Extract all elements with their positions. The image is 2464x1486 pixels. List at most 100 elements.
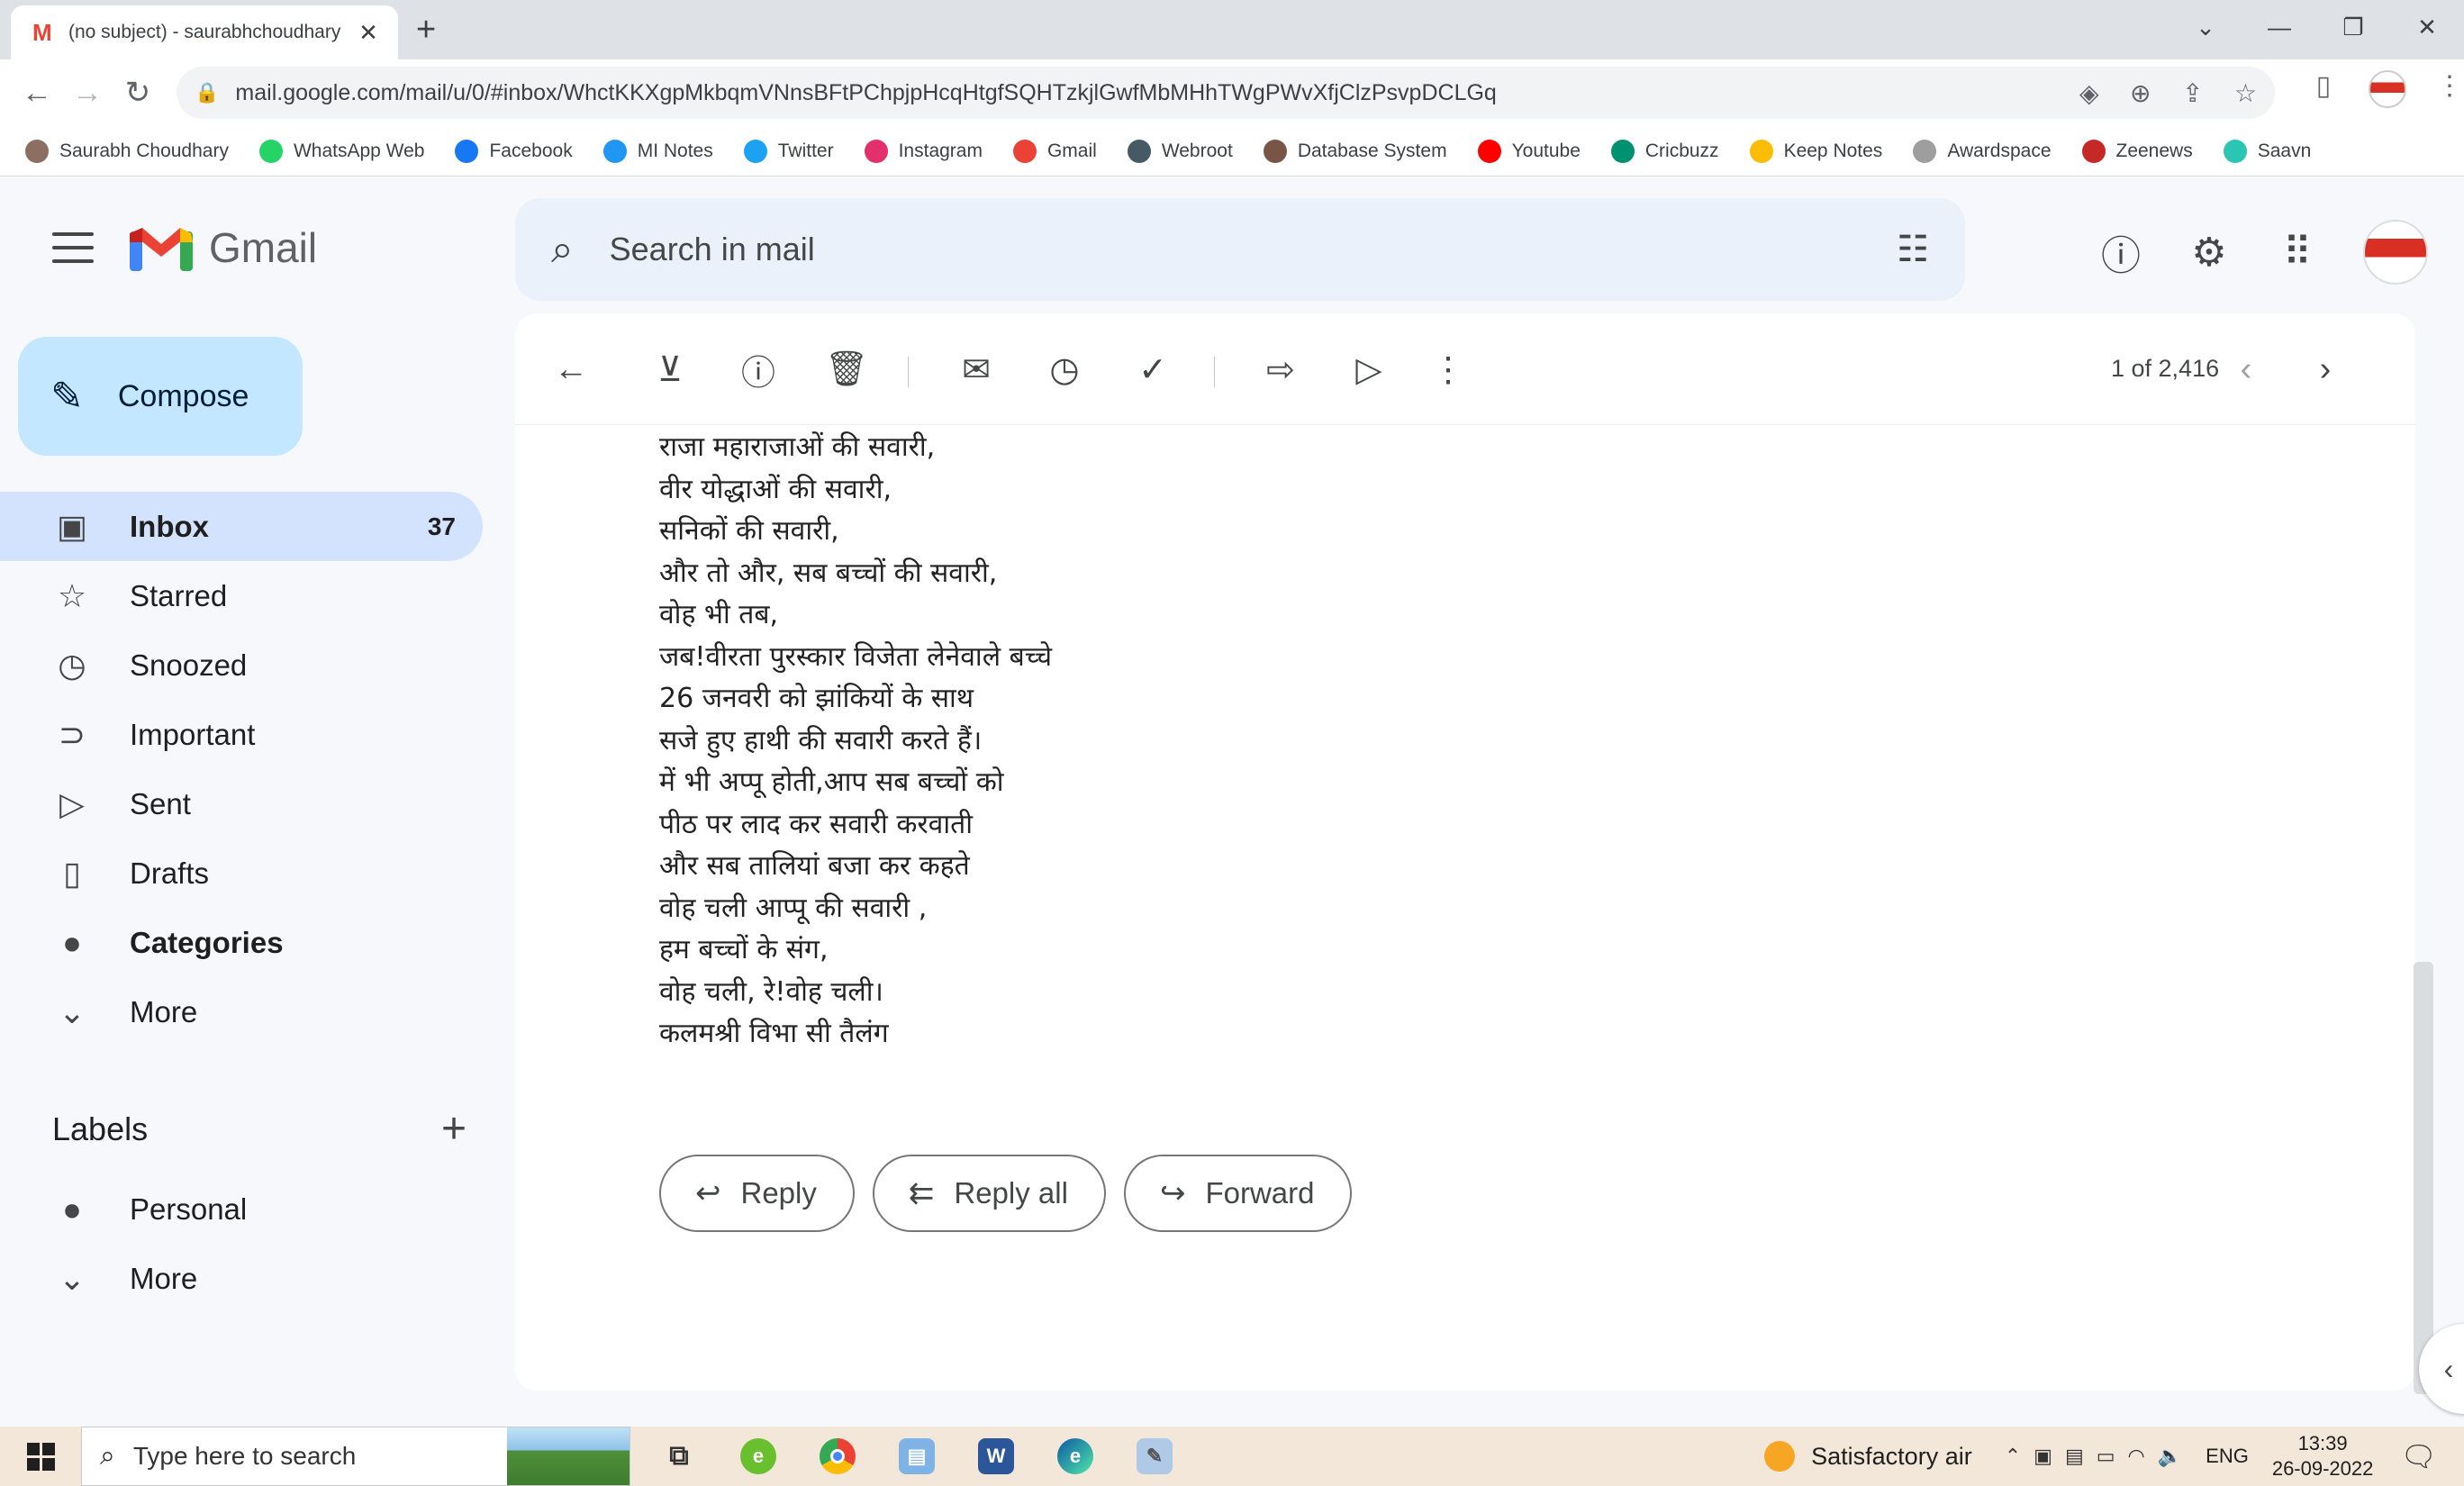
bookmark-item[interactable]: Cricbuzz	[1610, 139, 1719, 163]
taskbar-search[interactable]: ⌕ Type here to search	[81, 1427, 630, 1486]
sidebar-item-inbox[interactable]: ▣ Inbox 37	[0, 492, 483, 561]
sidebar-item-starred[interactable]: ☆ Starred	[0, 561, 483, 630]
back-icon[interactable]: ←	[16, 72, 58, 113]
main-menu-icon[interactable]	[52, 232, 94, 263]
archive-icon[interactable]: ⊻	[648, 348, 692, 391]
bookmark-favicon-icon	[602, 139, 627, 163]
sidebar-item-more[interactable]: ⌄ More	[0, 977, 483, 1047]
bookmark-item[interactable]: WhatsApp Web	[258, 139, 424, 163]
forward-icon[interactable]: →	[67, 72, 108, 113]
url-text[interactable]: mail.google.com/mail/u/0/#inbox/WhctKKXg…	[235, 80, 2052, 106]
sidebar-item-label: Sent	[130, 786, 191, 820]
forward-button[interactable]: ↪ Forward	[1123, 1155, 1353, 1232]
bookmark-item[interactable]: Facebook	[455, 139, 573, 163]
search-options-icon[interactable]: ☷	[1897, 229, 1929, 270]
mark-unread-icon[interactable]: ✉	[955, 348, 998, 391]
start-button[interactable]	[0, 1442, 81, 1471]
report-spam-icon[interactable]: ⓘ	[737, 348, 780, 393]
account-avatar[interactable]	[2363, 220, 2428, 285]
bookmark-item[interactable]: Zeenews	[2081, 139, 2193, 163]
move-to-icon[interactable]: ⇨	[1259, 348, 1302, 391]
notepad-icon[interactable]: ▤	[877, 1427, 956, 1486]
task-view-icon[interactable]: ⧉	[639, 1427, 719, 1486]
volume-icon[interactable]: 🔈	[2158, 1445, 2182, 1468]
menu-kebab-icon[interactable]: ⋮	[2432, 70, 2464, 108]
message-line: हम बच्चों के संग,	[659, 934, 829, 965]
sidebar-item-sent[interactable]: ▷ Sent	[0, 769, 483, 838]
reload-icon[interactable]: ↻	[117, 72, 159, 113]
more-options-icon[interactable]: ⋮	[1427, 348, 1470, 391]
older-chevron-icon[interactable]: ›	[2304, 348, 2347, 391]
wifi-icon[interactable]: ◠	[2128, 1445, 2145, 1468]
snooze-icon[interactable]: ◷	[1043, 348, 1086, 391]
bookmark-item[interactable]: Saavn	[2223, 139, 2312, 163]
taskbar-search-input[interactable]: Type here to search	[133, 1442, 356, 1471]
bookmark-item[interactable]: MI Notes	[602, 139, 713, 163]
language-indicator[interactable]: ENG	[2206, 1445, 2249, 1468]
search-input[interactable]: Search in mail	[610, 231, 1898, 268]
tray-app2-icon[interactable]: ▤	[2065, 1445, 2084, 1468]
compose-button[interactable]: ✎ Compose	[18, 337, 303, 456]
bookmark-item[interactable]: Twitter	[743, 139, 834, 163]
sidebar-item-important[interactable]: ⊃ Important	[0, 700, 483, 769]
tab-search-icon[interactable]: ⌄	[2169, 0, 2242, 54]
side-panel-icon[interactable]: ▯	[2305, 70, 2342, 108]
tray-app-icon[interactable]: ▣	[2034, 1445, 2052, 1468]
help-icon[interactable]: ⓘ	[2098, 223, 2143, 281]
search-bar[interactable]: ⌕ Search in mail ☷	[515, 198, 1965, 301]
label-item-personal[interactable]: ● Personal	[0, 1174, 483, 1244]
bookmark-item[interactable]: Saurabh Choudhary	[25, 139, 229, 163]
edge-icon[interactable]: e	[1036, 1427, 1115, 1486]
restore-button[interactable]: ❐	[2316, 0, 2390, 54]
label-icon[interactable]: ▷	[1347, 348, 1391, 391]
chrome-icon[interactable]	[798, 1427, 877, 1486]
bookmark-item[interactable]: Youtube	[1477, 139, 1581, 163]
minimize-button[interactable]: —	[2242, 0, 2316, 54]
browser-tab[interactable]: M (no subject) - saurabhchoudhary ✕	[11, 5, 398, 59]
app-green-icon[interactable]: e	[719, 1427, 798, 1486]
back-to-inbox-icon[interactable]: ←	[549, 348, 593, 391]
clock[interactable]: 13:39 26-09-2022	[2272, 1431, 2374, 1481]
label-item-more[interactable]: ⌄ More	[0, 1244, 483, 1313]
profile-avatar[interactable]	[2369, 70, 2406, 108]
gmail-logo[interactable]: Gmail	[130, 223, 317, 272]
search-icon[interactable]: ⌕	[551, 227, 574, 272]
bookmark-item[interactable]: Webroot	[1127, 139, 1233, 163]
bookmark-item[interactable]: Database System	[1263, 139, 1447, 163]
message-scrollbar[interactable]	[2414, 962, 2433, 1394]
extension-icon[interactable]: ◈	[2079, 78, 2099, 108]
delete-icon[interactable]: 🗑	[825, 348, 868, 391]
reply-all-button[interactable]: ⇇ Reply all	[872, 1155, 1106, 1232]
sidebar-item-snoozed[interactable]: ◷ Snoozed	[0, 630, 483, 700]
search-highlight-image	[507, 1427, 630, 1485]
newer-chevron-icon[interactable]: ‹	[2224, 348, 2268, 391]
share-icon[interactable]: ⇪	[2182, 78, 2203, 108]
bookmark-item[interactable]: Awardspace	[1913, 139, 2052, 163]
weather-widget[interactable]: Satisfactory air	[1764, 1441, 1972, 1472]
bookmark-item[interactable]: Instagram	[864, 139, 983, 163]
message-line: में भी अप्पू होती,आप सब बच्चों को	[659, 766, 1004, 798]
close-window-button[interactable]: ✕	[2390, 0, 2464, 54]
apps-grid-icon[interactable]: ⠿	[2275, 230, 2320, 276]
zoom-icon[interactable]: ⊕	[2130, 78, 2151, 108]
bookmark-label: Keep Notes	[1783, 140, 1883, 161]
close-tab-icon[interactable]: ✕	[353, 19, 384, 47]
paint-icon[interactable]: ✎	[1115, 1427, 1194, 1486]
bookmark-item[interactable]: Gmail	[1012, 139, 1097, 163]
word-icon[interactable]: W	[956, 1427, 1036, 1486]
sidebar-item-drafts[interactable]: ▯ Drafts	[0, 838, 483, 908]
bookmark-label: Saavn	[2257, 140, 2312, 161]
add-to-tasks-icon[interactable]: ✓	[1131, 348, 1174, 391]
labels-title: Labels	[52, 1110, 149, 1147]
show-hidden-icons-icon[interactable]: ⌃	[2005, 1445, 2021, 1468]
battery-icon[interactable]: ▭	[2097, 1445, 2115, 1468]
reply-button[interactable]: ↩ Reply	[659, 1155, 855, 1232]
notifications-icon[interactable]: 🗨	[2400, 1439, 2437, 1473]
bookmark-star-icon[interactable]: ☆	[2234, 78, 2257, 108]
sidebar-item-categories[interactable]: ● Categories	[0, 908, 483, 977]
new-tab-button[interactable]: +	[416, 11, 436, 50]
bookmark-item[interactable]: Keep Notes	[1749, 139, 1883, 163]
omnibox[interactable]: 🔒 mail.google.com/mail/u/0/#inbox/WhctKK…	[177, 67, 2275, 119]
settings-gear-icon[interactable]: ⚙	[2187, 230, 2232, 276]
create-label-button[interactable]: +	[441, 1104, 467, 1154]
